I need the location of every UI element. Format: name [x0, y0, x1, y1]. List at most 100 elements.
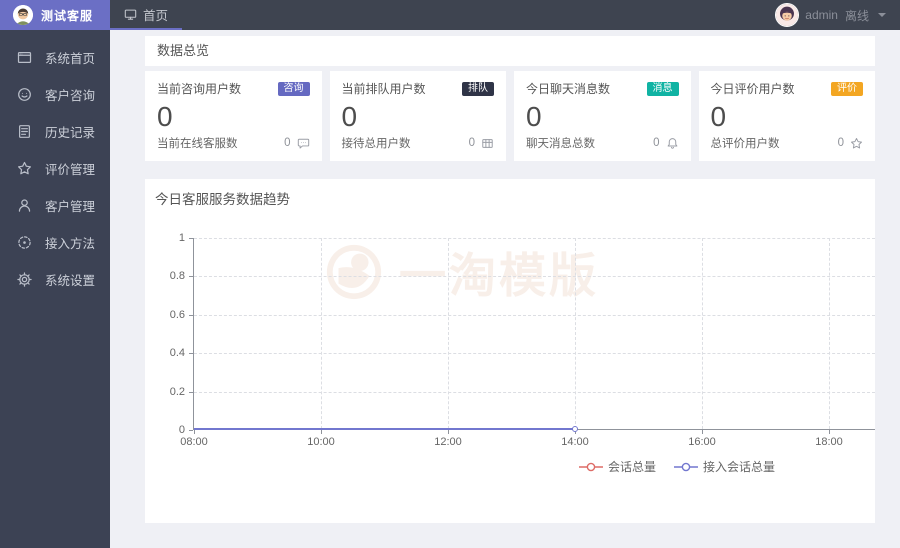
y-tick-label: 1	[178, 232, 185, 244]
history-doc-icon	[17, 124, 32, 139]
user-menu[interactable]: admin 离线	[775, 3, 900, 27]
legend-line-circle-icon	[578, 462, 603, 472]
stat-card-subvalue: 0	[468, 137, 475, 149]
x-tick-label: 10:00	[307, 436, 335, 448]
stat-card-value: 0	[710, 101, 727, 132]
gridline-h	[194, 353, 875, 354]
status-badge: 咨询	[277, 81, 310, 96]
sidebar-item-ratings[interactable]: 评价管理	[0, 150, 110, 187]
sidebar-item-label: 系统首页	[45, 52, 96, 66]
x-tick-label: 16:00	[688, 436, 716, 448]
stat-card-subvalue: 0	[837, 137, 844, 149]
overview-panel-title: 数据总览	[145, 36, 875, 66]
y-tick-label: 0.6	[169, 309, 185, 321]
stat-card-title: 今日评价用户数	[710, 82, 795, 96]
y-tick-label: 0	[178, 424, 185, 436]
stat-card-subvalue: 0	[653, 137, 660, 149]
legend-item-sessions[interactable]: 会话总量	[578, 458, 656, 475]
status-badge: 评价	[831, 81, 863, 96]
grid-icon	[481, 137, 494, 150]
stat-card-sublabel: 接待总用户数	[341, 138, 411, 150]
y-tick	[189, 315, 193, 316]
window-icon	[17, 50, 32, 65]
y-tick-label: 0.2	[169, 386, 185, 398]
sidebar-item-consult[interactable]: 客户咨询	[0, 76, 110, 113]
tab-home[interactable]: 首页	[110, 0, 183, 30]
user-icon	[17, 198, 32, 213]
sidebar-item-label: 客户咨询	[45, 89, 96, 103]
smiley-icon	[17, 87, 32, 102]
y-tick-label: 0.8	[169, 270, 185, 282]
bell-icon	[666, 137, 679, 150]
sidebar-item-history[interactable]: 历史记录	[0, 113, 110, 150]
stat-card-sublabel: 总评价用户数	[710, 138, 780, 150]
y-tick	[189, 353, 193, 354]
sidebar-item-label: 系统设置	[45, 274, 96, 288]
chat-bubble-icon	[297, 137, 310, 150]
x-tick-label: 18:00	[815, 436, 843, 448]
x-tick	[829, 430, 830, 434]
user-avatar	[775, 3, 800, 27]
legend-item-incoming-sessions[interactable]: 接入会话总量	[674, 458, 775, 475]
gridline-v	[829, 238, 830, 429]
series-point-marker	[572, 426, 578, 432]
x-tick-label: 08:00	[180, 436, 208, 448]
monitor-icon	[124, 8, 137, 21]
legend-label: 会话总量	[607, 460, 656, 474]
chart-panel: 今日客服服务数据趋势 一淘模版 1 0.8 0.6 0.4 0.2 0 08:0…	[145, 179, 875, 523]
sidebar-item-integration[interactable]: 接入方法	[0, 224, 110, 261]
gridline-h	[194, 392, 875, 393]
gridline-v	[448, 238, 449, 429]
legend-label: 接入会话总量	[703, 460, 776, 474]
stat-cards-row: 当前咨询用户数 咨询 0 当前在线客服数 0 当前排队用户数 排队 0 接待总用…	[145, 71, 875, 161]
stat-card-value: 0	[526, 101, 542, 132]
sidebar-item-customers[interactable]: 客户管理	[0, 187, 110, 224]
tab-home-label: 首页	[143, 8, 169, 23]
sidebar-item-label: 评价管理	[45, 163, 96, 177]
y-tick	[189, 276, 193, 277]
x-tick	[321, 430, 322, 434]
sidebar-item-home[interactable]: 系统首页	[0, 39, 110, 76]
topbar: 首页 admin 离线	[110, 0, 900, 30]
gridline-h	[194, 315, 875, 316]
y-tick	[189, 392, 193, 393]
x-tick	[194, 430, 195, 434]
x-tick-label: 14:00	[561, 436, 589, 448]
gridline-h	[194, 276, 875, 277]
stat-card-sublabel: 当前在线客服数	[157, 138, 238, 150]
stat-card-consulting: 当前咨询用户数 咨询 0 当前在线客服数 0	[145, 71, 322, 161]
brand-header[interactable]: 测试客服	[0, 0, 110, 30]
sidebar-item-settings[interactable]: 系统设置	[0, 261, 110, 298]
gridline-v	[702, 238, 703, 429]
sidebar-item-label: 接入方法	[45, 237, 96, 251]
sidebar-item-label: 历史记录	[45, 126, 96, 140]
x-tick	[448, 430, 449, 434]
chevron-down-icon	[878, 13, 886, 17]
stat-card-sublabel: 聊天消息总数	[526, 138, 595, 150]
status-badge: 排队	[462, 81, 494, 96]
stat-card-value: 0	[341, 101, 358, 132]
brand-avatar	[13, 5, 33, 25]
sidebar-menu: 系统首页 客户咨询 历史记录 评价管理 客户管理 接入方法 系统设置	[0, 30, 110, 298]
stat-card-subvalue: 0	[284, 137, 291, 149]
x-tick-label: 12:00	[434, 436, 462, 448]
stat-card-queue: 当前排队用户数 排队 0 接待总用户数 0	[329, 71, 506, 161]
stat-card-messages: 今日聊天消息数 消息 0 聊天消息总数 0	[514, 71, 691, 161]
y-tick	[189, 238, 193, 239]
series-line-incoming	[194, 428, 575, 430]
stat-card-title: 今日聊天消息数	[526, 82, 611, 96]
brand-name: 测试客服	[41, 8, 94, 23]
stat-card-ratings: 今日评价用户数 评价 0 总评价用户数 0	[698, 71, 875, 161]
stat-card-title: 当前排队用户数	[341, 82, 426, 96]
gridline-v	[575, 238, 576, 429]
user-status: 离线	[844, 8, 869, 23]
sidebar: 测试客服 系统首页 客户咨询 历史记录 评价管理 客户管理 接入方法 系统设置	[0, 0, 110, 548]
dashed-circle-icon	[17, 235, 32, 250]
chart-plot-area[interactable]: 1 0.8 0.6 0.4 0.2 0 08:00 10:00 12:00 14…	[170, 232, 875, 448]
main-content: 数据总览 当前咨询用户数 咨询 0 当前在线客服数 0 当前排队用户数 排队 0…	[110, 30, 900, 548]
legend-line-circle-icon	[674, 462, 698, 472]
x-tick	[702, 430, 703, 434]
gridline-v	[321, 238, 322, 429]
chart-legend: 会话总量 接入会话总量	[578, 458, 775, 475]
sidebar-item-label: 客户管理	[45, 200, 96, 214]
